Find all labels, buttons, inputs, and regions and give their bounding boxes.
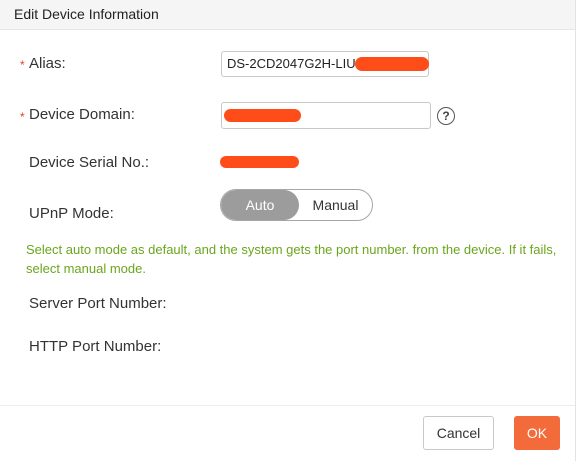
alias-value: DS-2CD2047G2H-LIU	[227, 56, 356, 71]
redaction-mark	[224, 109, 301, 122]
upnp-mode-label: UPnP Mode:	[29, 205, 114, 222]
upnp-manual-option[interactable]: Manual	[299, 190, 372, 220]
edit-device-dialog: Edit Device Information * Alias: DS-2CD2…	[0, 0, 576, 462]
device-domain-label: Device Domain:	[29, 106, 135, 123]
http-port-label: HTTP Port Number:	[29, 338, 162, 355]
required-mark: *	[20, 110, 25, 124]
upnp-hint-text: Select auto mode as default, and the sys…	[26, 242, 557, 276]
dialog-header: Edit Device Information	[0, 0, 575, 30]
device-serial-label: Device Serial No.:	[29, 154, 150, 171]
upnp-auto-option[interactable]: Auto	[221, 190, 299, 220]
redaction-mark	[220, 156, 299, 168]
dialog-title: Edit Device Information	[14, 6, 159, 22]
question-circle-icon[interactable]: ?	[437, 107, 455, 125]
ok-button[interactable]: OK	[514, 416, 560, 450]
upnp-mode-toggle: Auto Manual	[220, 189, 373, 221]
redaction-mark	[355, 57, 429, 71]
alias-label: Alias:	[29, 55, 66, 72]
server-port-label: Server Port Number:	[29, 295, 167, 312]
cancel-button[interactable]: Cancel	[423, 416, 494, 450]
required-mark: *	[20, 58, 25, 72]
